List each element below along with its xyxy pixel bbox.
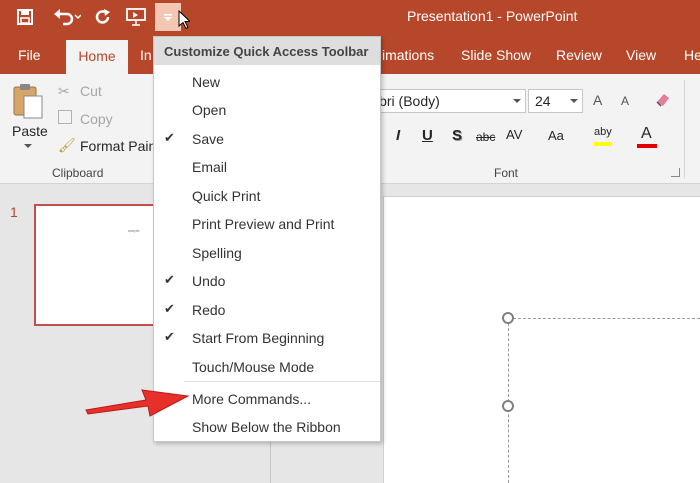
window-title: Presentation1 - PowerPoint: [407, 8, 578, 24]
annotation-arrow-icon: [85, 389, 190, 417]
menu-item-label: Undo: [192, 273, 226, 289]
ribbon-separator: [684, 80, 685, 178]
chevron-down-icon: [570, 99, 578, 103]
format-painter-icon: 🖌: [58, 137, 76, 153]
check-icon: ✔: [164, 301, 175, 316]
save-icon[interactable]: [12, 4, 38, 30]
clipboard-group-label: Clipboard: [52, 166, 104, 180]
chevron-down-icon: [513, 99, 521, 103]
strikethrough-button[interactable]: abc: [476, 130, 495, 144]
menu-header: Customize Quick Access Toolbar: [154, 37, 380, 65]
resize-handle[interactable]: [502, 400, 514, 412]
thumbnail-text: simple: [128, 228, 140, 233]
check-icon: ✔: [164, 272, 175, 287]
shadow-button[interactable]: S: [452, 127, 462, 144]
resize-handle[interactable]: [502, 312, 514, 324]
font-group-label: Font: [494, 166, 519, 180]
font-name-value: ibri (Body): [376, 93, 440, 109]
shrink-font-button[interactable]: A: [621, 94, 629, 108]
tab-file[interactable]: File: [18, 47, 41, 63]
menu-item-label: New: [192, 74, 221, 90]
menu-item-label: Touch/Mouse Mode: [192, 359, 315, 375]
paste-dropdown-icon[interactable]: [24, 144, 32, 148]
mouse-cursor-icon: [178, 10, 190, 30]
change-case-button[interactable]: Aa: [548, 128, 564, 143]
slide-thumbnail[interactable]: simple: [34, 204, 164, 326]
menu-item-label: Open: [192, 102, 227, 118]
grow-font-button[interactable]: A: [593, 92, 602, 108]
menu-item-open[interactable]: Open: [154, 97, 380, 125]
menu-item-label: More Commands...: [192, 391, 312, 407]
title-bar: Presentation1 - PowerPoint: [0, 0, 700, 36]
menu-item-label: Start From Beginning: [192, 330, 325, 346]
tab-animations[interactable]: imations: [382, 47, 434, 63]
font-color-button[interactable]: A: [641, 125, 652, 143]
copy-icon: [58, 110, 72, 124]
underline-button[interactable]: U: [422, 127, 433, 144]
font-dialog-launcher-icon[interactable]: [671, 168, 680, 177]
redo-icon[interactable]: [92, 4, 114, 30]
font-name-combo[interactable]: ibri (Body): [370, 89, 526, 113]
menu-item-new[interactable]: New: [154, 69, 380, 97]
menu-item-label: Redo: [192, 302, 226, 318]
format-painter-button[interactable]: Format Pain: [80, 138, 156, 154]
highlight-color-bar: [594, 142, 612, 146]
menu-item-label: Save: [192, 131, 224, 147]
font-color-bar: [637, 144, 657, 148]
paste-button[interactable]: Paste: [12, 123, 48, 139]
font-size-combo[interactable]: 24: [528, 89, 583, 113]
menu-item-label: Spelling: [192, 245, 242, 261]
menu-item-undo[interactable]: ✔ Undo: [154, 268, 380, 296]
menu-separator: [184, 381, 380, 382]
menu-item-label: Show Below the Ribbon: [192, 419, 341, 435]
menu-item-email[interactable]: Email: [154, 154, 380, 182]
clear-formatting-icon[interactable]: [654, 90, 672, 108]
cut-button[interactable]: Cut: [80, 83, 102, 99]
tab-insert[interactable]: In: [140, 47, 152, 63]
cut-icon: ✂: [58, 83, 70, 99]
start-from-beginning-icon[interactable]: [124, 4, 148, 30]
highlight-button[interactable]: aby: [594, 126, 612, 138]
menu-item-label: Email: [192, 159, 228, 175]
menu-item-label: Quick Print: [192, 188, 261, 204]
tab-view[interactable]: View: [626, 47, 656, 63]
tab-help[interactable]: He: [684, 47, 700, 63]
font-size-value: 24: [535, 93, 551, 109]
tab-home[interactable]: Home: [66, 40, 128, 74]
menu-item-spelling[interactable]: Spelling: [154, 240, 380, 268]
menu-item-print-preview[interactable]: Print Preview and Print: [154, 211, 380, 239]
tab-slide-show[interactable]: Slide Show: [461, 47, 531, 63]
check-icon: ✔: [164, 130, 175, 145]
menu-item-redo[interactable]: ✔ Redo: [154, 297, 380, 325]
slide-number: 1: [10, 204, 18, 220]
paste-icon[interactable]: [10, 82, 48, 124]
menu-item-label: Print Preview and Print: [192, 216, 335, 232]
menu-item-save[interactable]: ✔ Save: [154, 126, 380, 154]
copy-button[interactable]: Copy: [80, 111, 113, 127]
italic-button[interactable]: I: [396, 127, 400, 144]
undo-icon[interactable]: [50, 4, 84, 30]
check-icon: ✔: [164, 329, 175, 344]
menu-item-quick-print[interactable]: Quick Print: [154, 183, 380, 211]
menu-item-start-from-beginning[interactable]: ✔ Start From Beginning: [154, 325, 380, 353]
character-spacing-button[interactable]: AV: [506, 127, 522, 142]
tab-review[interactable]: Review: [556, 47, 602, 63]
title-placeholder[interactable]: [508, 318, 700, 483]
